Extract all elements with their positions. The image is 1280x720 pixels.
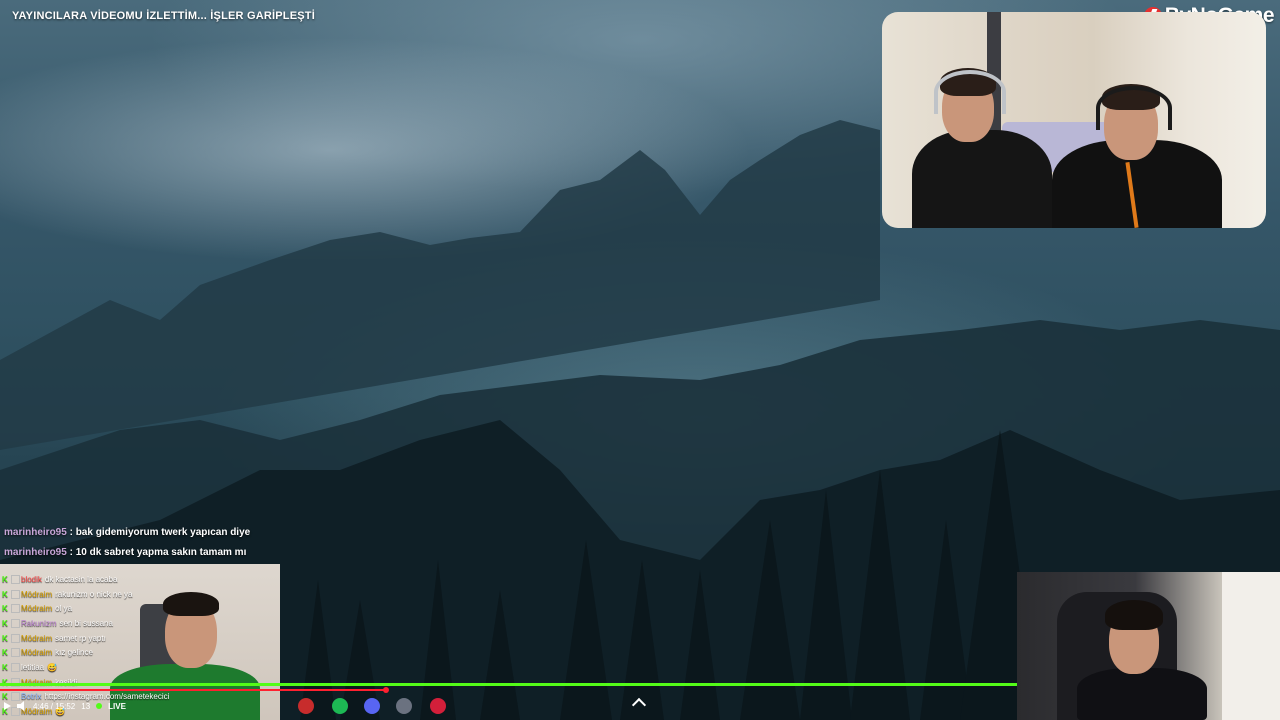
chat-message: K Mödraim rakunizm o nick ne ya [2,587,182,602]
chat-message: K Mödraim kız gelince [2,645,182,660]
kick-badge-icon: K [2,662,8,672]
chat-message: Kblodik dk kactasin la acaba [2,572,182,587]
live-label: LIVE [108,701,126,711]
kick-badge-icon: K [2,648,8,658]
kick-badge-icon: K [2,574,8,584]
chat-username[interactable]: blodik [21,575,42,584]
play-icon[interactable] [4,702,11,710]
app-icon[interactable] [430,698,446,714]
chat-message: K Mödraim samet rp yaptı [2,631,182,646]
viewer-count: 13 [81,701,91,711]
subscriber-badge-icon [11,589,20,599]
chat-text: ol ya [55,604,73,614]
chat-username[interactable]: Mödraim [21,648,52,657]
chat-username[interactable]: Mödraim [21,604,52,613]
subscriber-badge-icon [11,604,20,614]
chat-message: Kletitiaa 😅 [2,660,182,675]
subscriber-badge-icon [11,648,20,658]
overlay-chat-line-1: marinheiro95 : bak gidemiyorum twerk yap… [4,527,251,538]
chat-username[interactable]: Rakunizm [21,619,57,628]
volume-icon[interactable] [17,701,24,711]
subscriber-badge-icon [11,618,20,628]
subscriber-badge-icon [11,662,20,672]
chat-username[interactable]: letitiaa [21,663,44,672]
chat-text: rakunizm o nick ne ya [55,589,133,599]
playback-progress [0,689,387,691]
kick-badge-icon: K [2,618,8,628]
live-dot-icon [96,703,103,709]
overlay-chat-line-2: marinheiro95 : 10 dk sabret yapma sakın … [4,547,247,558]
time-readout: 4:46 / 15:52 [33,701,76,711]
player-controls: 4:46 / 15:52 13 LIVE [4,697,126,715]
kick-badge-icon: K [2,604,8,614]
seek-bar[interactable] [0,683,1017,686]
subscriber-badge-icon [11,574,20,584]
chat-text: samet rp yaptı [55,633,106,643]
subscriber-badge-icon [11,633,20,643]
chat-message: K Mödraim ol ya [2,601,182,616]
discord-icon[interactable] [364,698,380,714]
chat-username[interactable]: Mödraim [21,590,52,599]
webcam-main [882,12,1266,228]
chat-text: dk kactasin la acaba [44,574,118,584]
brave-icon[interactable] [298,698,314,714]
chat-message: K Rakunizm sen bi sussana [2,616,182,631]
chat-text: kız gelince [55,648,93,658]
chat-text: sen bi sussana [59,618,113,628]
chat-username[interactable]: Mödraim [21,634,52,643]
spotify-icon[interactable] [332,698,348,714]
obs-icon[interactable] [396,698,412,714]
video-title: YAYINCILARA VİDEOMU İZLETTİM... İŞLER GA… [12,10,315,22]
chat-text: 😅 [47,662,58,672]
webcam-right [1017,572,1280,720]
kick-badge-icon: K [2,633,8,643]
kick-badge-icon: K [2,589,8,599]
